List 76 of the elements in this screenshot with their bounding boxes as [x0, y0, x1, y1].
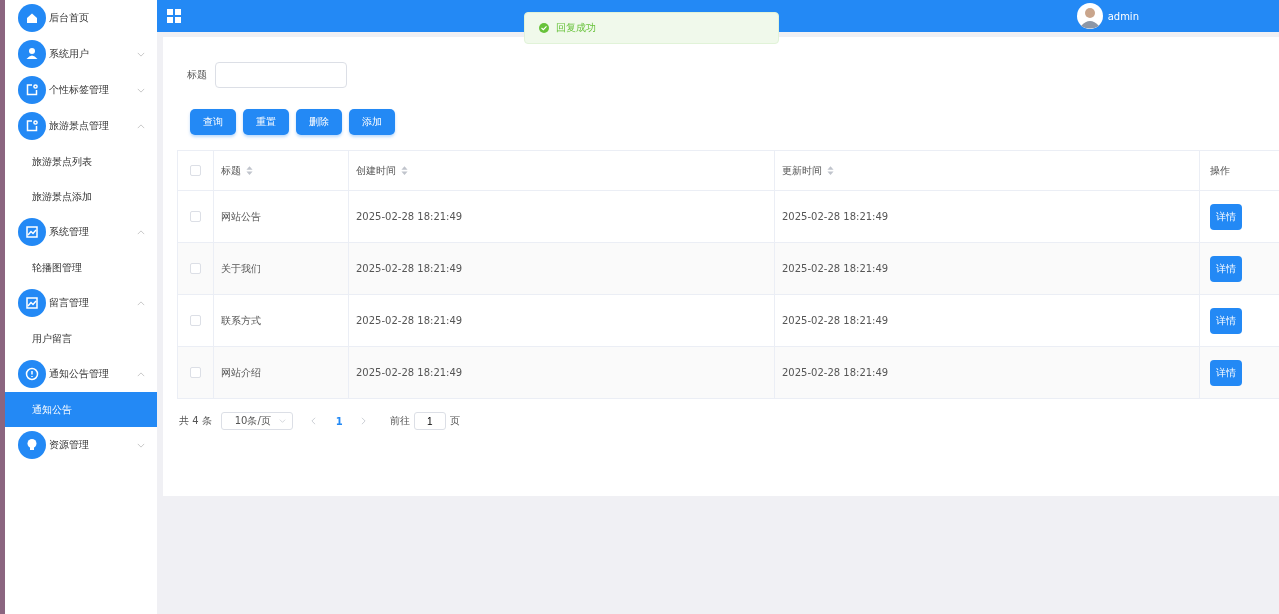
total-count: 共 4 条: [179, 414, 212, 428]
row-checkbox[interactable]: [190, 211, 201, 222]
menu-item[interactable]: 系统用户: [5, 36, 157, 72]
detail-button[interactable]: 详情: [1210, 203, 1242, 230]
column-header: 创建时间: [356, 163, 396, 178]
table-cell: 网站公告: [221, 209, 261, 224]
caret-icon: [278, 419, 286, 423]
page-suffix: 页: [449, 414, 460, 428]
menu-item[interactable]: 个性标签管理: [5, 72, 157, 108]
caret-icon: [137, 87, 145, 93]
table-cell: 2025-02-28 18:21:49: [356, 211, 463, 222]
submenu-item[interactable]: 通知公告: [5, 392, 157, 427]
user-name[interactable]: admin: [1107, 10, 1139, 22]
caret-icon: [137, 123, 145, 129]
table-cell: 关于我们: [221, 261, 261, 276]
bulb-icon: [18, 431, 46, 459]
table-cell: 2025-02-28 18:21:49: [356, 263, 463, 274]
title-input[interactable]: [215, 62, 347, 88]
avatar-icon[interactable]: [1076, 3, 1103, 29]
caret-icon: [137, 371, 145, 377]
table-cell: 2025-02-28 18:21:49: [782, 263, 889, 274]
caret-icon: [137, 51, 145, 57]
goto-label: 前往: [389, 414, 410, 428]
table-cell: 2025-02-28 18:21:49: [782, 367, 889, 378]
column-header: 更新时间: [782, 163, 822, 178]
menu-item[interactable]: 系统管理: [5, 214, 157, 250]
tag-icon: [18, 76, 46, 104]
menu-icon[interactable]: [167, 9, 181, 23]
submenu-item[interactable]: 旅游景点列表: [5, 144, 157, 179]
detail-button[interactable]: 详情: [1210, 255, 1242, 282]
alert-icon: [18, 360, 46, 388]
table-cell: 2025-02-28 18:21:49: [782, 315, 889, 326]
page-input[interactable]: 1: [413, 412, 446, 430]
action-button[interactable]: 重置: [243, 109, 289, 135]
menu-item[interactable]: 旅游景点管理: [5, 108, 157, 144]
sort-icon[interactable]: [246, 166, 253, 175]
table-cell: 2025-02-28 18:21:49: [356, 367, 463, 378]
action-button[interactable]: 添加: [349, 109, 395, 135]
image-icon: [18, 218, 46, 246]
row-checkbox[interactable]: [190, 367, 201, 378]
column-header: 标题: [221, 163, 241, 178]
menu-item[interactable]: 资源管理: [5, 427, 157, 463]
page-number[interactable]: 1: [335, 415, 343, 427]
table-cell: 联系方式: [221, 313, 261, 328]
field-label: 标题: [187, 68, 207, 82]
detail-button[interactable]: 详情: [1210, 307, 1242, 334]
prev-page-icon[interactable]: [310, 417, 316, 425]
column-header: 操作: [1210, 163, 1230, 178]
submenu-item[interactable]: 轮播图管理: [5, 250, 157, 285]
select-all-checkbox[interactable]: [190, 165, 201, 176]
check-icon: [539, 23, 549, 33]
submenu-item[interactable]: 用户留言: [5, 321, 157, 356]
caret-icon: [137, 442, 145, 448]
table-cell: 2025-02-28 18:21:49: [782, 211, 889, 222]
sort-icon[interactable]: [827, 166, 834, 175]
caret-icon: [137, 229, 145, 235]
sort-icon[interactable]: [401, 166, 408, 175]
row-checkbox[interactable]: [190, 315, 201, 326]
action-button[interactable]: 删除: [296, 109, 342, 135]
row-checkbox[interactable]: [190, 263, 201, 274]
next-page-icon[interactable]: [360, 417, 366, 425]
page-size-select[interactable]: 10条/页: [220, 412, 293, 430]
table-cell: 网站介绍: [221, 365, 261, 380]
image-icon: [18, 289, 46, 317]
submenu-item[interactable]: 旅游景点添加: [5, 179, 157, 214]
tag-icon: [18, 112, 46, 140]
menu-item[interactable]: 留言管理: [5, 285, 157, 321]
toast-message: 回复成功: [556, 21, 596, 35]
menu-item[interactable]: 通知公告管理: [5, 356, 157, 392]
caret-icon: [137, 300, 145, 306]
action-button[interactable]: 查询: [190, 109, 236, 135]
detail-button[interactable]: 详情: [1210, 359, 1242, 386]
home-icon: [18, 4, 46, 32]
menu-item[interactable]: 后台首页: [5, 0, 157, 36]
user-icon: [18, 40, 46, 68]
table-cell: 2025-02-28 18:21:49: [356, 315, 463, 326]
